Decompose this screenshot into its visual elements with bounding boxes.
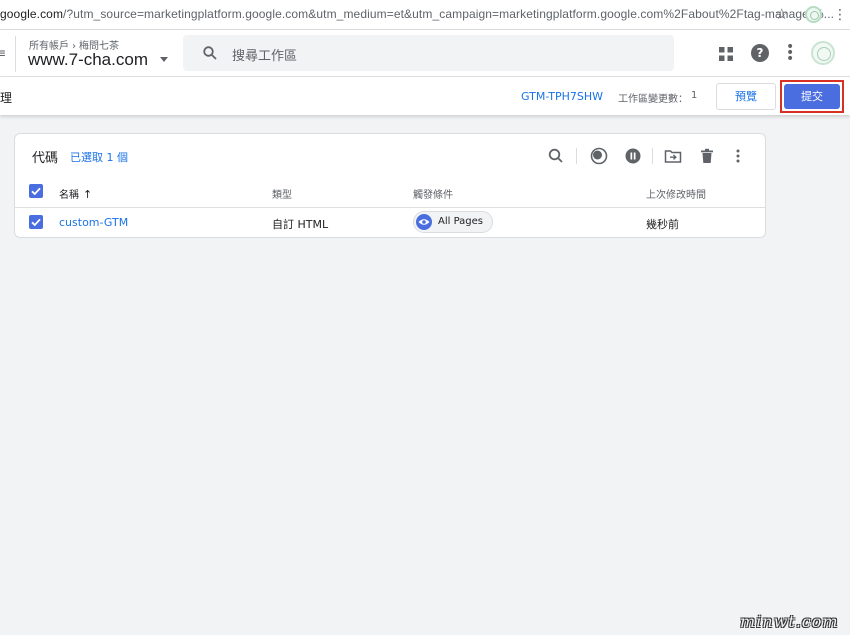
select-all-checkbox[interactable] <box>29 184 43 198</box>
workspace-bar: 理 GTM-TPH7SHW 工作區變更數： 1 預覽 提交 <box>0 77 850 115</box>
tag-name-link[interactable]: custom-GTM <box>59 216 128 229</box>
apps-grid-icon[interactable] <box>719 47 733 61</box>
container-selector[interactable]: www.7-cha.com <box>28 50 148 70</box>
tag-type: 自訂 HTML <box>272 218 329 231</box>
tag-last-edited: 幾秒前 <box>646 218 679 231</box>
workspace-changes-label: 工作區變更數： <box>618 94 688 105</box>
watermark: minwt.com <box>740 612 839 631</box>
column-header-type[interactable]: 類型 <box>272 186 292 201</box>
help-icon[interactable]: ? <box>751 44 769 62</box>
url-text[interactable]: google.com/?utm_source=marketingplatform… <box>0 7 834 21</box>
bookmark-star-icon[interactable]: ☆ <box>775 5 788 23</box>
more-options-icon[interactable] <box>729 147 747 165</box>
row-checkbox[interactable] <box>29 215 43 229</box>
nav-tab-admin[interactable]: 理 <box>0 89 12 106</box>
trigger-name: All Pages <box>438 216 483 227</box>
check-icon <box>31 218 41 227</box>
check-icon <box>31 187 41 196</box>
copy-to-workspace-icon[interactable] <box>590 147 608 165</box>
submit-button[interactable]: 提交 <box>784 84 840 109</box>
workspace-search[interactable]: 搜尋工作區 <box>183 35 674 71</box>
column-header-name[interactable]: 名稱 ↑ <box>59 186 92 201</box>
more-options-icon[interactable]: • • • <box>786 40 794 66</box>
account-avatar[interactable] <box>811 41 835 65</box>
move-to-folder-icon[interactable] <box>664 147 682 165</box>
card-title: 代碼 <box>32 151 59 166</box>
toolbar-divider <box>652 148 653 164</box>
pageview-eye-icon <box>416 214 432 230</box>
sort-arrow-up-icon[interactable]: ↑ <box>83 188 92 201</box>
search-icon <box>203 46 217 60</box>
container-id-link[interactable]: GTM-TPH7SHW <box>521 90 603 103</box>
selected-count: 已選取 1 個 <box>70 151 128 164</box>
search-placeholder: 搜尋工作區 <box>232 49 298 64</box>
header-divider <box>15 36 16 72</box>
submit-highlight: 提交 <box>780 80 844 113</box>
pause-icon[interactable] <box>624 147 642 165</box>
delete-icon[interactable] <box>698 147 716 165</box>
extension-icon[interactable] <box>805 6 822 23</box>
workspace-changes-count: 1 <box>691 90 698 101</box>
preview-button[interactable]: 預覽 <box>716 83 776 110</box>
app-header: ≡ 所有帳戶 › 梅問七茶 www.7-cha.com 搜尋工作區 ? • • • <box>0 30 850 77</box>
search-icon[interactable] <box>547 147 565 165</box>
menu-icon[interactable]: ≡ <box>0 47 6 59</box>
chevron-down-icon[interactable] <box>160 57 168 62</box>
trigger-chip[interactable]: All Pages <box>413 211 493 233</box>
browser-address-bar[interactable]: google.com/?utm_source=marketingplatform… <box>0 0 850 30</box>
column-header-last-edited[interactable]: 上次修改時間 <box>646 186 706 201</box>
column-header-trigger[interactable]: 觸發條件 <box>413 186 453 201</box>
browser-menu-icon[interactable]: ⋮ <box>833 6 847 24</box>
tags-table-card: 代碼 已選取 1 個 名稱 ↑ 類型 觸發條件 上次修改時間 custom-GT… <box>14 133 766 238</box>
toolbar-divider <box>576 148 577 164</box>
header-divider <box>15 207 765 208</box>
